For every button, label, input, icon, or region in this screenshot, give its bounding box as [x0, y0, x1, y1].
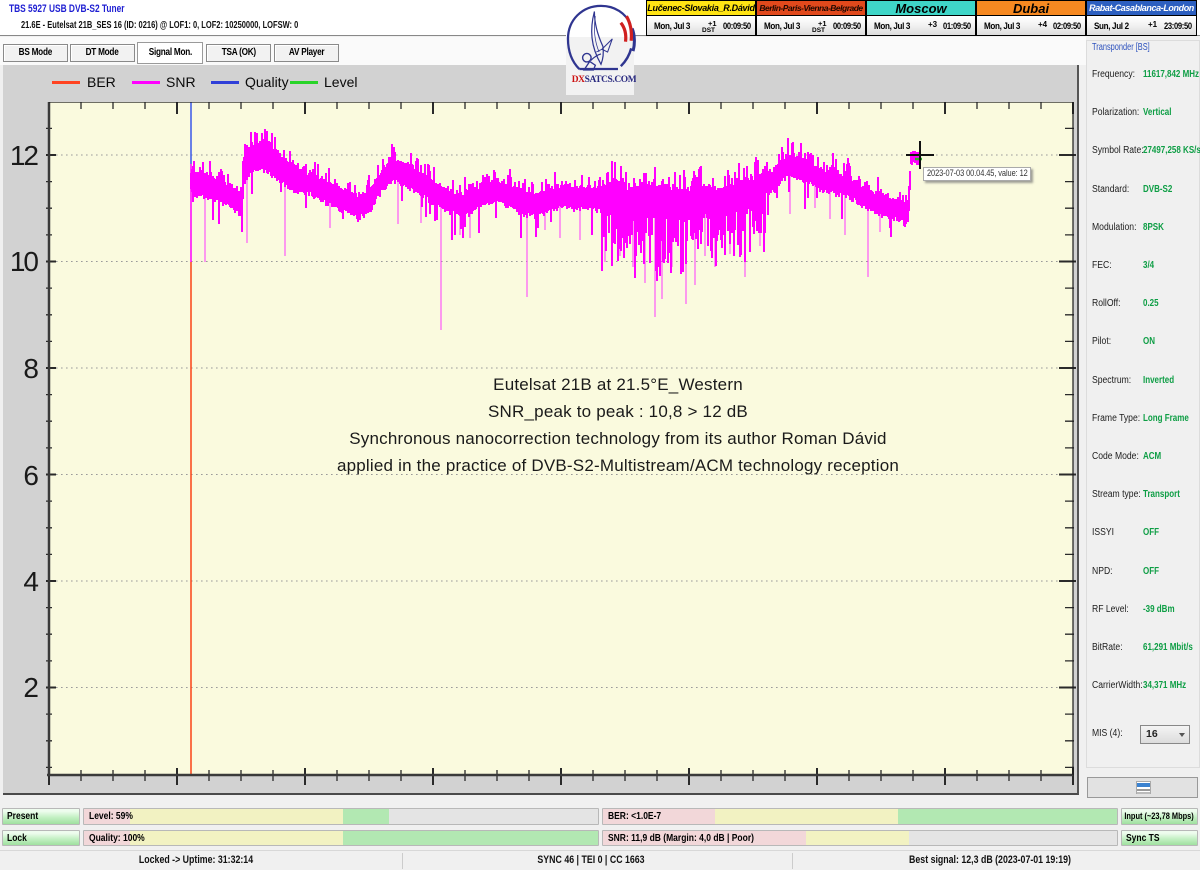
svg-text:DXSATCS.COM: DXSATCS.COM [572, 75, 636, 85]
